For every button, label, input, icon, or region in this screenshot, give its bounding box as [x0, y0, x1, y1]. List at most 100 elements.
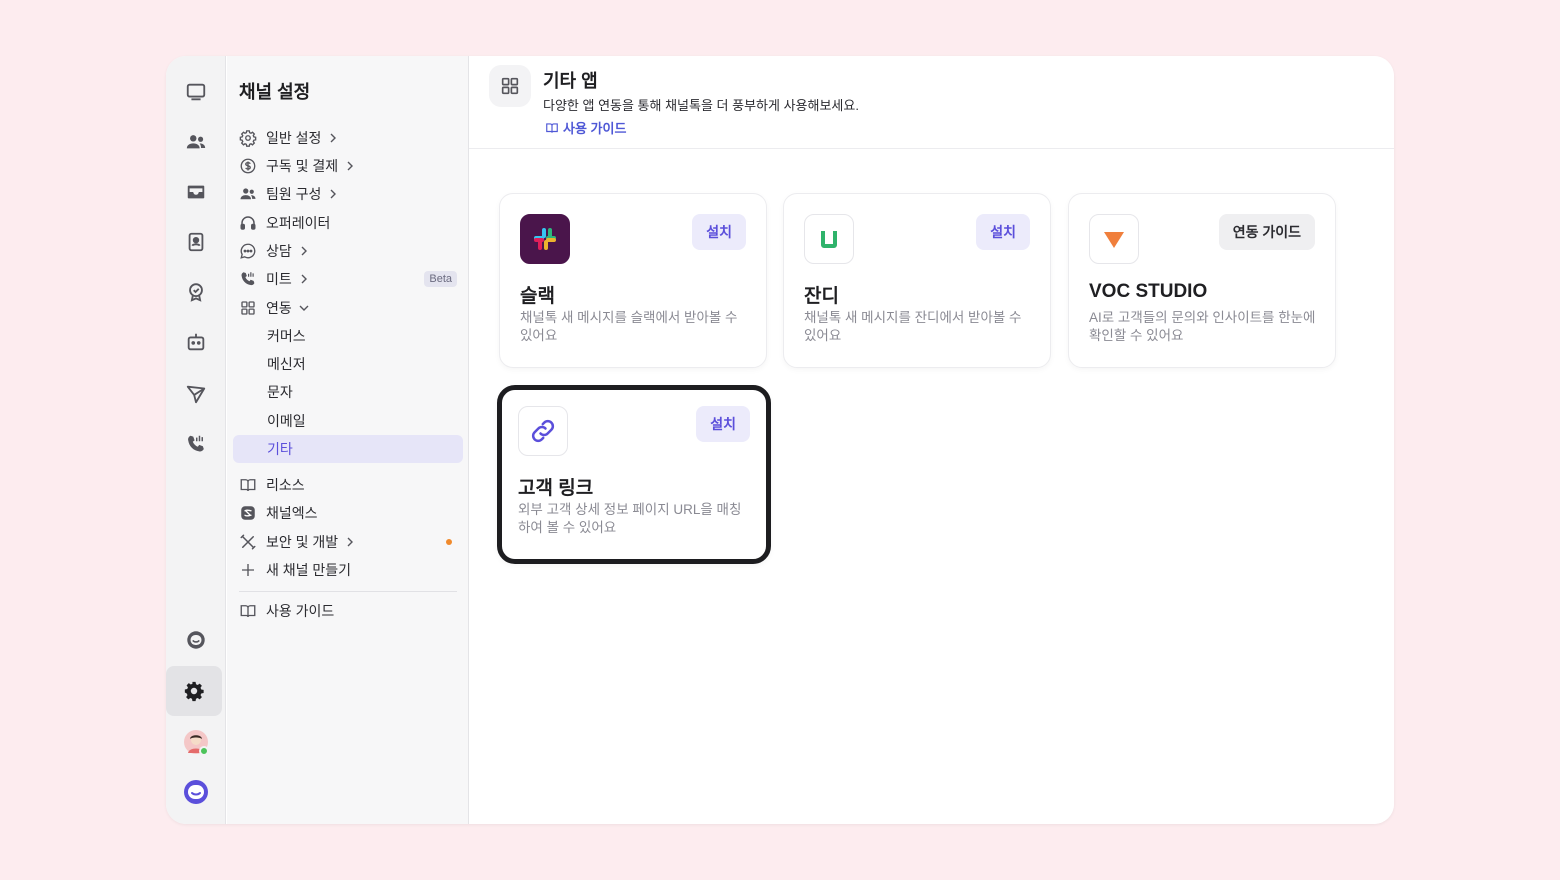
card-description: 채널톡 새 메시지를 잔디에서 받아볼 수 있어요 — [804, 310, 1022, 343]
desktop-icon[interactable] — [174, 70, 218, 114]
card-description: 외부 고객 상세 정보 페이지 URL을 매칭하여 볼 수 있어요 — [518, 502, 742, 535]
phone-icon[interactable] — [174, 422, 218, 466]
page-header: 기타 앱 다양한 앱 연동을 통해 채널톡을 더 풍부하게 사용해보세요. 사용… — [469, 56, 1394, 149]
app-card-voc-studio[interactable]: 연동 가이드 VOC STUDIO AI로 고객들의 문의와 인사이트를 한눈에… — [1068, 193, 1336, 368]
app-window: 채널 설정 일반 설정 구독 및 결제 팀원 구성 오퍼레이터 상담 미트 Be… — [166, 56, 1394, 824]
chevron-right-icon — [345, 161, 355, 171]
sidebar-item-team-members[interactable]: 팀원 구성 — [233, 180, 463, 208]
user-guide-link[interactable]: 사용 가이드 — [545, 118, 626, 137]
link-icon — [518, 406, 568, 456]
sidebar-item-label: 구독 및 결제 — [266, 158, 339, 174]
card-title: VOC STUDIO — [1089, 281, 1208, 302]
app-card-slack[interactable]: 설치 슬랙 채널톡 새 메시지를 슬랙에서 받아볼 수 있어요 — [499, 193, 767, 368]
app-card-jandi[interactable]: 설치 잔디 채널톡 새 메시지를 잔디에서 받아볼 수 있어요 — [783, 193, 1051, 368]
sidebar-item-label: 일반 설정 — [266, 130, 322, 146]
tools-icon — [239, 533, 257, 551]
notification-dot — [446, 539, 452, 545]
sidebar-item-label: 문자 — [267, 384, 293, 400]
grid-icon — [489, 65, 531, 107]
sidebar-item-sms[interactable]: 문자 — [233, 378, 463, 406]
card-title: 고객 링크 — [518, 478, 594, 499]
card-description: 채널톡 새 메시지를 슬랙에서 받아볼 수 있어요 — [520, 310, 738, 343]
sidebar-item-consultation[interactable]: 상담 — [233, 237, 463, 265]
online-status-dot — [199, 746, 209, 756]
sidebar-divider — [239, 591, 457, 592]
sidebar-item-label: 오퍼레이터 — [266, 215, 331, 231]
sidebar-item-resources[interactable]: 리소스 — [233, 471, 463, 499]
sidebar-item-integrations[interactable]: 연동 — [233, 294, 463, 322]
voc-studio-logo-icon — [1089, 214, 1139, 264]
install-button[interactable]: 설치 — [696, 406, 750, 442]
sidebar-item-label: 보안 및 개발 — [266, 534, 339, 550]
sidebar-item-general-settings[interactable]: 일반 설정 — [233, 124, 463, 152]
channelx-icon — [239, 504, 257, 522]
channel-logo-icon[interactable] — [174, 770, 218, 814]
inbox-icon[interactable] — [174, 170, 218, 214]
contact-book-icon[interactable] — [174, 220, 218, 264]
install-button[interactable]: 설치 — [976, 214, 1030, 250]
sidebar-item-security-dev[interactable]: 보안 및 개발 — [233, 528, 463, 556]
bot-icon[interactable] — [174, 320, 218, 364]
chevron-right-icon — [328, 133, 338, 143]
sidebar-title: 채널 설정 — [239, 82, 311, 102]
chevron-right-icon — [299, 246, 309, 256]
page-description: 다양한 앱 연동을 통해 채널톡을 더 풍부하게 사용해보세요. — [543, 98, 859, 113]
icon-rail — [166, 56, 226, 824]
sidebar-item-messenger[interactable]: 메신저 — [233, 350, 463, 378]
sidebar-item-label: 사용 가이드 — [266, 603, 335, 619]
sidebar-item-operator[interactable]: 오퍼레이터 — [233, 209, 463, 237]
sidebar-item-new-channel[interactable]: 새 채널 만들기 — [233, 556, 463, 584]
app-card-customer-link[interactable]: 설치 고객 링크 외부 고객 상세 정보 페이지 URL을 매칭하여 볼 수 있… — [497, 385, 771, 564]
user-guide-link-label: 사용 가이드 — [563, 121, 627, 136]
sidebar-item-subscription-billing[interactable]: 구독 및 결제 — [233, 152, 463, 180]
settings-sidebar: 채널 설정 일반 설정 구독 및 결제 팀원 구성 오퍼레이터 상담 미트 Be… — [227, 56, 469, 824]
sidebar-item-email[interactable]: 이메일 — [233, 407, 463, 435]
slack-logo-icon — [520, 214, 570, 264]
plus-icon — [239, 561, 257, 579]
sidebar-item-commerce[interactable]: 커머스 — [233, 322, 463, 350]
grid-icon — [239, 299, 257, 317]
book-icon — [239, 602, 257, 620]
main-content: 기타 앱 다양한 앱 연동을 통해 채널톡을 더 풍부하게 사용해보세요. 사용… — [469, 56, 1394, 824]
dollar-icon — [239, 157, 257, 175]
chevron-right-icon — [345, 537, 355, 547]
chevron-right-icon — [328, 189, 338, 199]
sidebar-item-label: 연동 — [266, 300, 292, 316]
book-icon — [546, 122, 558, 133]
sidebar-item-label: 커머스 — [267, 328, 306, 344]
book-icon — [239, 476, 257, 494]
sidebar-item-user-guide[interactable]: 사용 가이드 — [233, 597, 463, 625]
chevron-right-icon — [299, 274, 309, 284]
card-title: 잔디 — [804, 286, 839, 307]
sidebar-item-label: 메신저 — [267, 356, 306, 372]
contacts-icon[interactable] — [174, 120, 218, 164]
sidebar-item-channelx[interactable]: 채널엑스 — [233, 499, 463, 527]
sidebar-item-meet[interactable]: 미트 Beta — [233, 265, 463, 293]
people-icon — [239, 185, 257, 203]
channel-talk-icon[interactable] — [174, 618, 218, 662]
install-button[interactable]: 설치 — [692, 214, 746, 250]
phone-icon — [239, 270, 257, 288]
sidebar-item-label: 채널엑스 — [266, 505, 318, 521]
sidebar-item-label: 새 채널 만들기 — [266, 562, 352, 578]
jandi-logo-icon — [804, 214, 854, 264]
badge-icon[interactable] — [174, 270, 218, 314]
gear-icon — [239, 129, 257, 147]
chat-bubble-icon — [239, 242, 257, 260]
beta-badge: Beta — [424, 271, 457, 287]
sidebar-item-label: 리소스 — [266, 477, 305, 493]
page-title: 기타 앱 — [543, 71, 598, 91]
user-avatar[interactable] — [174, 720, 218, 764]
integration-guide-button[interactable]: 연동 가이드 — [1218, 214, 1315, 250]
sidebar-item-label: 팀원 구성 — [266, 186, 322, 202]
settings-gear-icon[interactable] — [166, 666, 222, 716]
sidebar-item-label: 상담 — [266, 243, 292, 259]
chevron-down-icon — [299, 303, 309, 313]
sidebar-item-label: 이메일 — [267, 413, 306, 429]
send-icon[interactable] — [174, 372, 218, 416]
sidebar-item-label: 기타 — [267, 441, 293, 457]
card-description: AI로 고객들의 문의와 인사이트를 한눈에 확인할 수 있어요 — [1089, 310, 1316, 343]
card-title: 슬랙 — [520, 286, 555, 307]
sidebar-item-label: 미트 — [266, 271, 292, 287]
sidebar-item-others[interactable]: 기타 — [233, 435, 463, 463]
